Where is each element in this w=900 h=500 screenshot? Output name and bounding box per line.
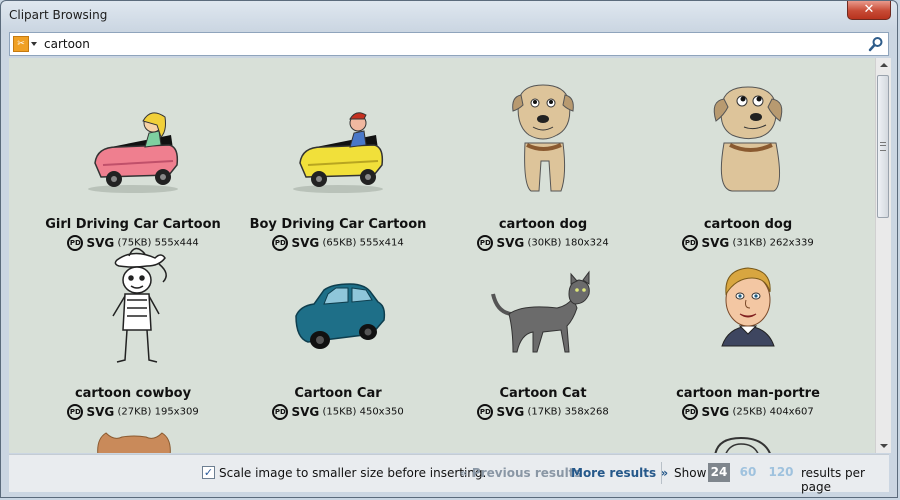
scrollbar-thumb[interactable] bbox=[877, 75, 889, 218]
per-page-option-24[interactable]: 24 bbox=[708, 463, 730, 482]
scroll-up-icon[interactable] bbox=[880, 63, 888, 67]
item-meta: PD SVG (27KB) 195x309 bbox=[30, 404, 236, 420]
vertical-scrollbar[interactable] bbox=[875, 58, 891, 453]
cat-thumbnail bbox=[491, 270, 590, 353]
item-meta: PD SVG (17KB) 358x268 bbox=[440, 404, 646, 420]
item-filesize: (17KB) bbox=[527, 406, 562, 418]
search-bar: ✂ bbox=[9, 32, 889, 56]
item-filesize: (25KB) bbox=[732, 406, 767, 418]
footer-bar: ✓ Scale image to smaller size before ins… bbox=[9, 454, 889, 494]
partial-cat-thumbnail bbox=[97, 432, 171, 453]
item-dimensions: 195x309 bbox=[154, 406, 199, 418]
item-dimensions: 358x268 bbox=[564, 406, 609, 418]
item-title: cartoon dog bbox=[498, 217, 588, 232]
clipart-window: Clipart Browsing ✕ ✂ cartoon Girl Drivin… bbox=[0, 0, 898, 498]
cowboy-thumbnail bbox=[112, 247, 167, 363]
magnifier-icon[interactable] bbox=[868, 36, 884, 52]
item-meta: PD SVG (25KB) 404x607 bbox=[645, 404, 851, 420]
previous-results-link: « Previous results bbox=[460, 466, 582, 480]
item-title: Cartoon Cat bbox=[499, 386, 587, 401]
clipart-item[interactable]: cartoon man-portre PD SVG (25KB) 404x607 bbox=[645, 234, 851, 420]
boy-car-thumbnail bbox=[293, 112, 384, 193]
man-portrait-thumbnail bbox=[721, 267, 775, 347]
girl-car-thumbnail bbox=[88, 112, 179, 193]
dog-thumbnail bbox=[512, 84, 574, 192]
item-title: cartoon man-portre bbox=[676, 386, 820, 401]
item-title: cartoon dog bbox=[703, 217, 793, 232]
public-domain-icon: PD bbox=[682, 404, 699, 420]
search-input[interactable] bbox=[44, 35, 844, 53]
clipart-item[interactable]: cartoon cowboy PD SVG (27KB) 195x309 bbox=[30, 234, 236, 420]
item-title: Cartoon Car bbox=[294, 386, 382, 401]
item-title: Girl Driving Car Cartoon bbox=[45, 217, 221, 232]
item-format: SVG bbox=[701, 405, 730, 419]
public-domain-icon: PD bbox=[272, 404, 289, 420]
close-button[interactable]: ✕ bbox=[847, 1, 891, 20]
clipart-item[interactable]: Boy Driving Car Cartoon PD SVG (65KB) 55… bbox=[235, 65, 441, 251]
item-dimensions: 450x350 bbox=[359, 406, 404, 418]
public-domain-icon: PD bbox=[477, 404, 494, 420]
openclipart-icon: ✂ bbox=[13, 36, 29, 52]
scale-checkbox-label[interactable]: Scale image to smaller size before inser… bbox=[219, 466, 486, 480]
item-format: SVG bbox=[496, 405, 525, 419]
car-thumbnail bbox=[295, 283, 386, 349]
clipart-item[interactable]: cartoon dog PD SVG (30KB) 180x324 bbox=[440, 65, 646, 251]
clipart-item[interactable]: Girl Driving Car Cartoon PD SVG (75KB) 5… bbox=[30, 65, 236, 251]
divider bbox=[661, 462, 662, 484]
dog-thumbnail bbox=[713, 86, 783, 192]
per-page-option-60[interactable]: 60 bbox=[737, 463, 759, 482]
item-format: SVG bbox=[86, 405, 115, 419]
more-results-link[interactable]: More results » bbox=[571, 466, 668, 480]
grip-icon bbox=[880, 142, 886, 151]
provider-dropdown[interactable]: ✂ bbox=[13, 35, 39, 53]
chevron-down-icon bbox=[31, 42, 37, 46]
item-meta: PD SVG (15KB) 450x350 bbox=[235, 404, 441, 420]
partial-item-thumbnail bbox=[714, 436, 771, 453]
title-bar: Clipart Browsing ✕ bbox=[1, 1, 897, 29]
clipart-item[interactable]: cartoon dog PD SVG (31KB) 262x339 bbox=[645, 65, 851, 251]
item-dimensions: 404x607 bbox=[769, 406, 814, 418]
results-per-page-label: results per page bbox=[801, 466, 865, 494]
scroll-down-icon[interactable] bbox=[880, 444, 888, 448]
item-title: Boy Driving Car Cartoon bbox=[249, 217, 427, 232]
show-label: Show bbox=[674, 466, 707, 480]
public-domain-icon: PD bbox=[67, 404, 84, 420]
window-title: Clipart Browsing bbox=[9, 8, 108, 22]
item-format: SVG bbox=[291, 405, 320, 419]
per-page-option-120[interactable]: 120 bbox=[767, 463, 795, 482]
item-filesize: (27KB) bbox=[117, 406, 152, 418]
scale-checkbox[interactable]: ✓ bbox=[202, 466, 215, 479]
clipart-item[interactable]: Cartoon Cat PD SVG (17KB) 358x268 bbox=[440, 234, 646, 420]
item-title: cartoon cowboy bbox=[74, 386, 192, 401]
clipart-item[interactable]: Cartoon Car PD SVG (15KB) 450x350 bbox=[235, 234, 441, 420]
item-filesize: (15KB) bbox=[322, 406, 357, 418]
results-grid: Girl Driving Car Cartoon PD SVG (75KB) 5… bbox=[9, 58, 875, 453]
